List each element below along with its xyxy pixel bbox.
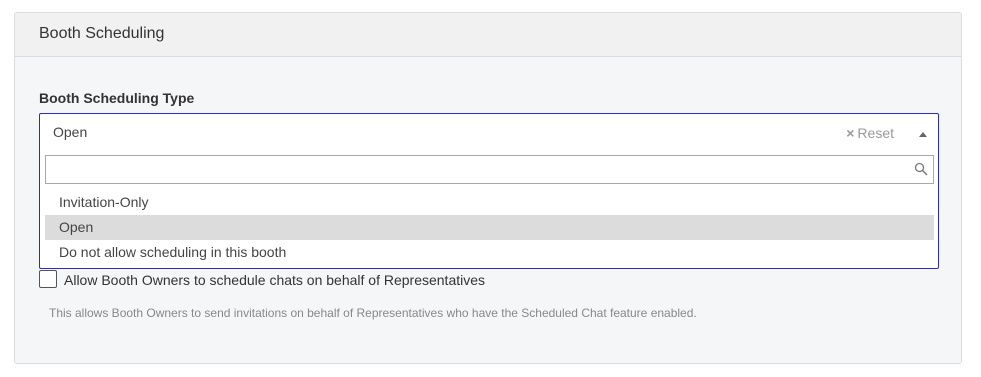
caret-up-icon[interactable] [919, 132, 927, 137]
scheduling-type-select[interactable]: Open × Reset Invitation-Only Open Do not … [39, 113, 939, 269]
allow-owners-help-text: This allows Booth Owners to send invitat… [49, 306, 697, 320]
options-list: Invitation-Only Open Do not allow schedu… [45, 190, 934, 265]
panel-title: Booth Scheduling [39, 25, 165, 42]
select-current-value[interactable]: Open [53, 124, 87, 140]
select-search-input[interactable] [46, 156, 918, 183]
close-icon: × [846, 125, 855, 141]
allow-owners-label[interactable]: Allow Booth Owners to schedule chats on … [64, 272, 485, 288]
option-invitation-only[interactable]: Invitation-Only [45, 190, 934, 215]
reset-button[interactable]: × Reset [846, 125, 894, 141]
option-do-not-allow[interactable]: Do not allow scheduling in this booth [45, 240, 934, 265]
reset-label: Reset [857, 125, 894, 141]
scheduling-type-label: Booth Scheduling Type [39, 90, 195, 106]
option-open[interactable]: Open [45, 215, 934, 240]
select-search-box [45, 155, 934, 184]
allow-owners-checkbox[interactable] [39, 270, 57, 288]
panel-header: Booth Scheduling [15, 13, 961, 57]
search-icon [914, 162, 928, 176]
